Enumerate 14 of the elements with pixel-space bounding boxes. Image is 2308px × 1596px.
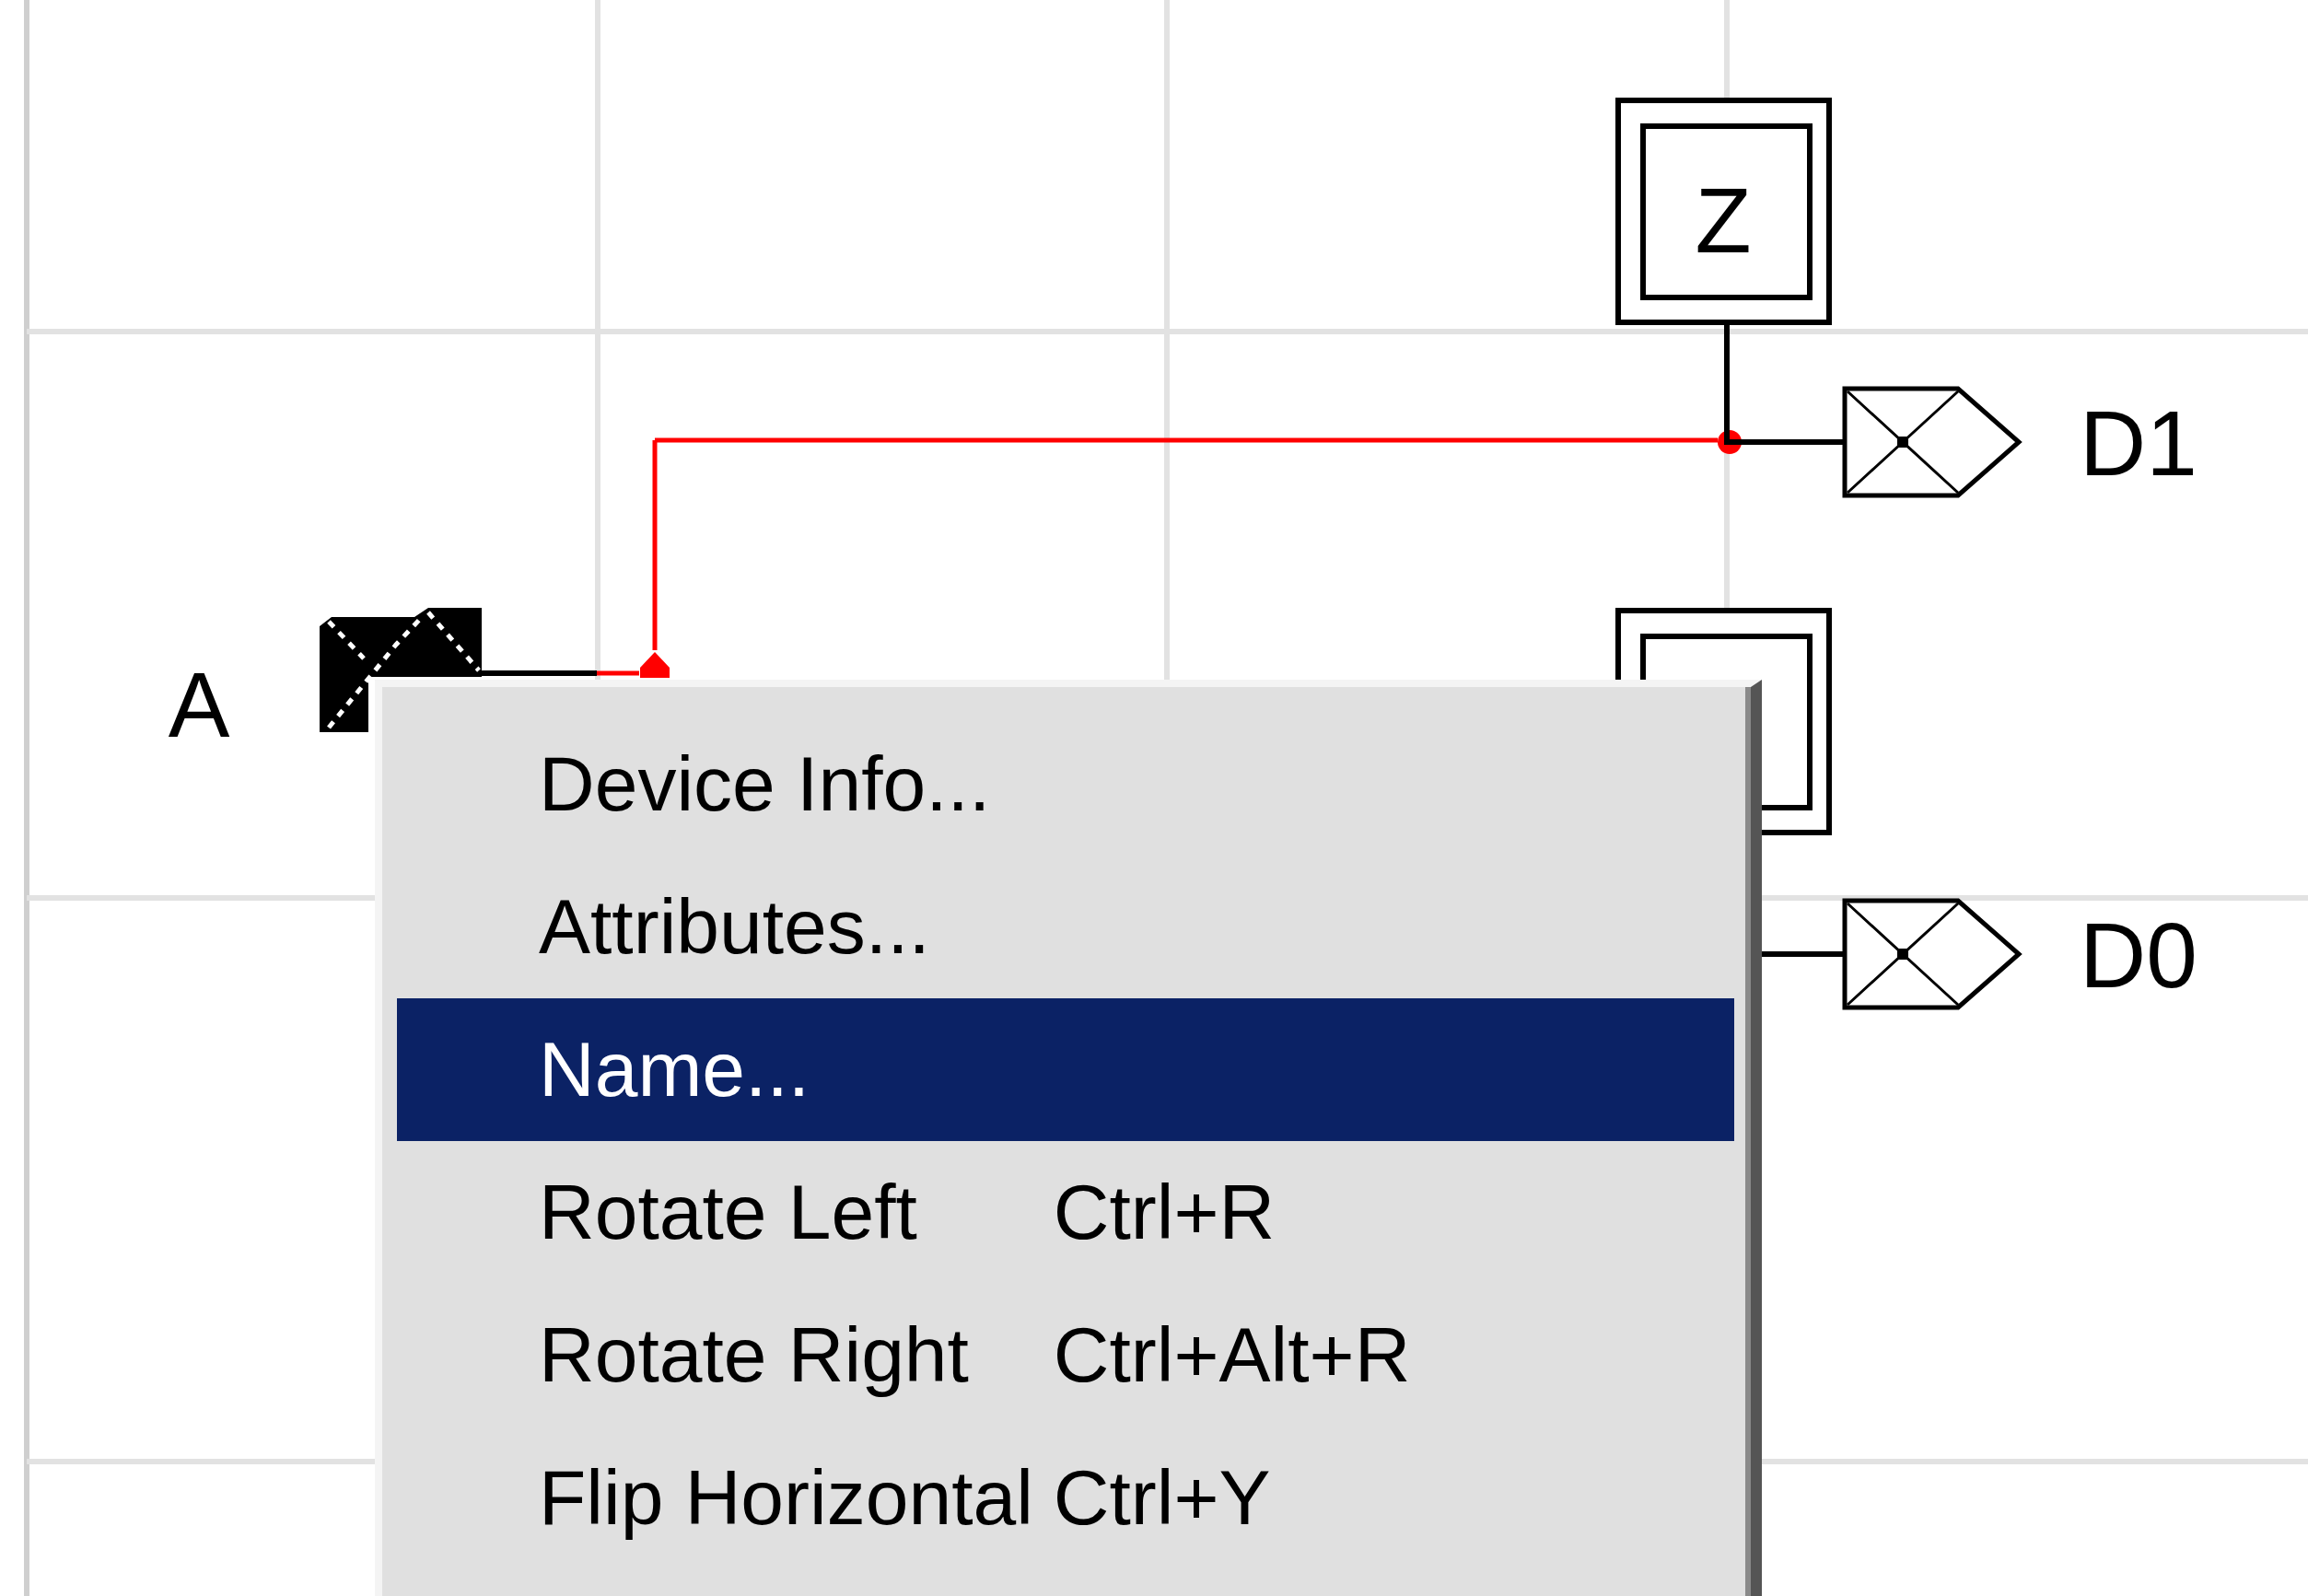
menu-item[interactable]: Device Info...	[397, 713, 1734, 856]
menu-item[interactable]: Rotate Right Ctrl+Alt+R	[397, 1284, 1734, 1427]
port-label: D1	[2080, 391, 2197, 495]
block-label: Z	[1695, 169, 1752, 272]
wire[interactable]	[652, 440, 658, 650]
port-label: D0	[2080, 903, 2197, 1007]
menu-item[interactable]: Attributes...	[397, 856, 1734, 998]
menu-item[interactable]: Flip Horizontal Ctrl+Y	[397, 1427, 1734, 1569]
menu-item[interactable]: Name...	[397, 998, 1734, 1141]
wire[interactable]	[597, 670, 639, 676]
junction-dot	[1718, 430, 1742, 454]
wire[interactable]	[655, 437, 1718, 443]
menu-item[interactable]: Rotate Left Ctrl+R	[397, 1141, 1734, 1284]
port-label: A	[168, 653, 230, 756]
